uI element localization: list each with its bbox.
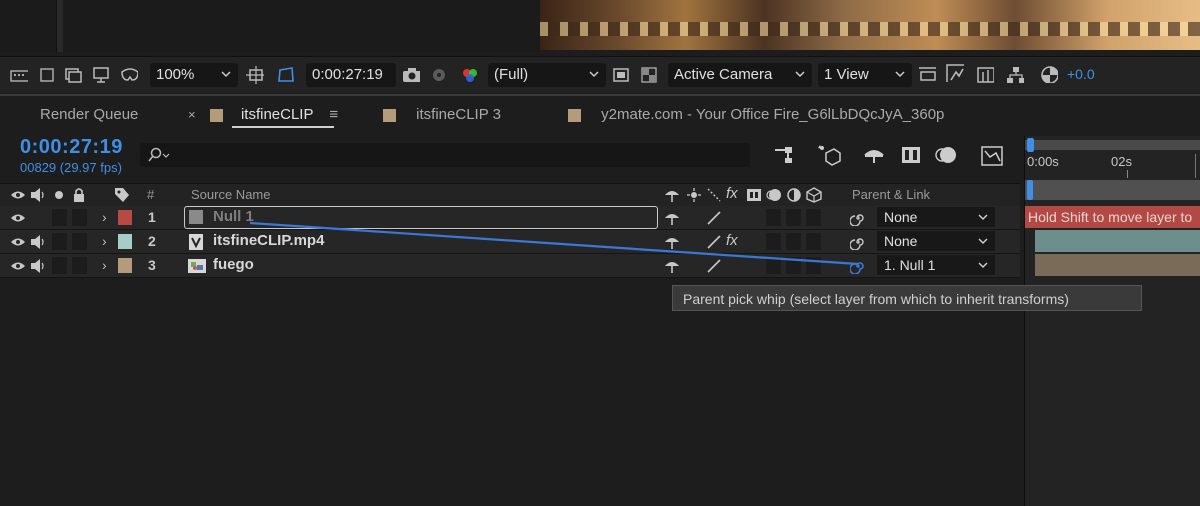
layer-bar-itsfineclip[interactable] [1035, 230, 1200, 252]
current-time-indicator[interactable] [1027, 180, 1033, 200]
drag-hint-text: Hold Shift to move layer to [1028, 209, 1193, 225]
layer-bar-null-1[interactable]: Hold Shift to move layer to [1025, 206, 1200, 228]
work-area-start-handle[interactable] [1027, 138, 1034, 152]
ruler-tick [1195, 154, 1196, 178]
timeline-panel[interactable]: 0:00s 02s Hold Shift to move layer to [1024, 136, 1200, 506]
time-navigator[interactable] [1025, 180, 1200, 200]
ruler-label-2s: 02s [1111, 154, 1132, 169]
ruler-tick [1127, 170, 1128, 178]
ruler-label-0s: 0:00s [1027, 154, 1059, 169]
work-area-bar[interactable] [1025, 140, 1200, 150]
pick-whip-line [249, 221, 859, 266]
layer-bar-fuego[interactable] [1035, 254, 1200, 276]
pick-whip-tooltip: Parent pick whip (select layer from whic… [672, 285, 1142, 311]
